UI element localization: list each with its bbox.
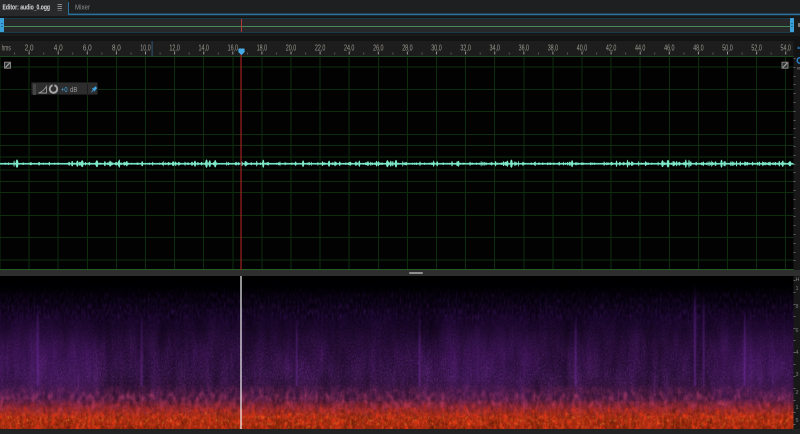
svg-text:5: 5: [796, 418, 799, 424]
svg-text:34,0: 34,0: [490, 44, 501, 53]
svg-text:1: 1: [796, 405, 799, 411]
svg-text:8,0: 8,0: [112, 44, 121, 53]
svg-text:hms: hms: [2, 44, 11, 53]
svg-text:H: H: [796, 277, 800, 283]
svg-text:22,0: 22,0: [315, 44, 326, 53]
svg-text:+0: +0: [61, 87, 68, 94]
svg-text:dB: dB: [70, 87, 78, 94]
svg-text:1: 1: [796, 286, 799, 292]
svg-text:40,0: 40,0: [577, 44, 588, 53]
svg-text:14,0: 14,0: [199, 44, 210, 53]
svg-text:2,0: 2,0: [25, 44, 34, 53]
svg-text:50,0: 50,0: [722, 44, 733, 53]
svg-text:12,0: 12,0: [169, 44, 180, 53]
svg-text:28,0: 28,0: [402, 44, 413, 53]
svg-text:4: 4: [796, 350, 799, 356]
svg-text:6: 6: [796, 328, 799, 334]
svg-text:10,0: 10,0: [140, 44, 151, 53]
svg-text:46,0: 46,0: [664, 44, 675, 53]
svg-text:44,0: 44,0: [635, 44, 646, 53]
svg-text:36,0: 36,0: [519, 44, 530, 53]
svg-text:4,0: 4,0: [54, 44, 63, 53]
svg-text:8: 8: [796, 304, 799, 310]
svg-text:2: 2: [796, 390, 799, 396]
svg-text:52,0: 52,0: [751, 44, 762, 53]
svg-text:24,0: 24,0: [344, 44, 355, 53]
svg-text:6,0: 6,0: [83, 44, 92, 53]
svg-text:Editor: audio_0.ogg: Editor: audio_0.ogg: [3, 4, 51, 12]
svg-text:42,0: 42,0: [606, 44, 617, 53]
svg-text:30,0: 30,0: [431, 44, 442, 53]
svg-text:54,0: 54,0: [781, 44, 792, 53]
svg-text:38,0: 38,0: [548, 44, 559, 53]
svg-text:48,0: 48,0: [693, 44, 704, 53]
svg-text:26,0: 26,0: [373, 44, 384, 53]
svg-text:20,0: 20,0: [286, 44, 297, 53]
svg-text:Mixer: Mixer: [75, 3, 91, 12]
svg-text:3: 3: [796, 372, 799, 378]
svg-text:16,0: 16,0: [228, 44, 239, 53]
svg-text:18,0: 18,0: [257, 44, 268, 53]
svg-text:32,0: 32,0: [460, 44, 471, 53]
